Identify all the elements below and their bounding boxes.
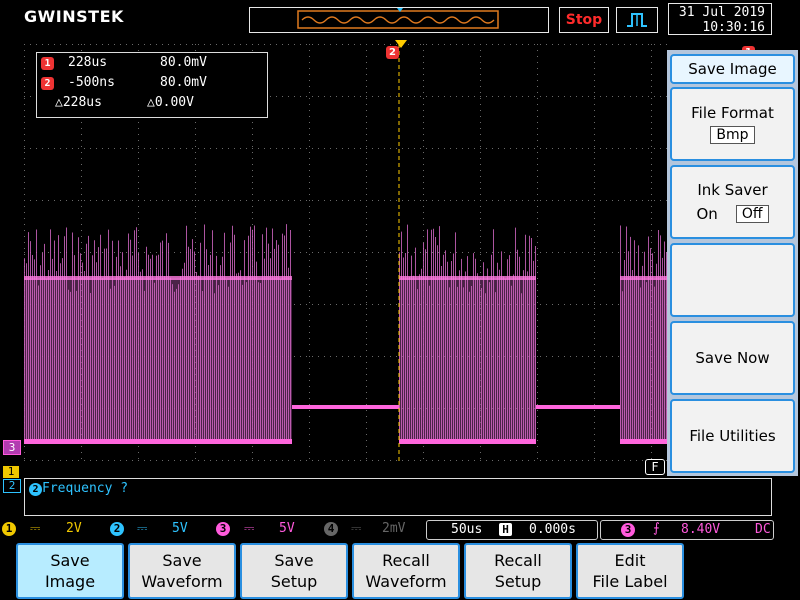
brand-logo: GWINSTEK <box>24 7 124 26</box>
file-utilities-button[interactable]: File Utilities <box>670 399 795 473</box>
save-image-softkey[interactable]: Save Image <box>16 543 124 599</box>
time-text: 10:30:16 <box>702 20 765 35</box>
record-overview-icon <box>297 8 499 29</box>
ch4-coupling-icon: ⎓ <box>351 521 362 536</box>
save-image-menu: Save Image File Format Bmp Ink Saver On … <box>667 50 798 476</box>
cursor-readout: 1 228us 80.0mV 2 -500ns 80.0mV △228us △0… <box>36 52 268 118</box>
delta-time: △228us <box>55 95 102 110</box>
h-position-icon: H <box>499 523 512 536</box>
ink-saver-label: Ink Saver <box>697 181 768 199</box>
ch1-level-marker[interactable]: 1 <box>3 466 19 478</box>
frequency-text: Frequency ? <box>42 481 129 496</box>
record-length-bar <box>249 7 549 33</box>
ch3-scale: 5V <box>279 521 295 536</box>
date-time-display: 31 Jul 2019 10:30:16 <box>668 3 772 35</box>
save-now-button[interactable]: Save Now <box>670 321 795 395</box>
cursor-1-badge: 1 <box>41 57 54 70</box>
menu-title: Save Image <box>670 54 795 84</box>
timebase-value: 50us <box>451 522 483 537</box>
trigger-box[interactable]: 3 ⨍ 8.40V DC <box>600 520 774 540</box>
ch2-scale: 5V <box>172 521 188 536</box>
file-format-button[interactable]: File Format Bmp <box>670 87 795 161</box>
ch2-coupling-icon: ⎓ <box>137 521 148 536</box>
ch3-status-badge[interactable]: 3 <box>216 522 230 536</box>
edit-file-label-softkey[interactable]: Edit File Label <box>576 543 684 599</box>
cursor-1-time: 228us <box>68 55 108 70</box>
file-format-label: File Format <box>691 104 774 122</box>
cursor-2-volt: 80.0mV <box>160 75 207 90</box>
recall-waveform-softkey[interactable]: Recall Waveform <box>352 543 460 599</box>
ch3-trace <box>24 224 668 444</box>
trigger-source-badge: 3 <box>621 523 635 537</box>
ch3-coupling-icon: ⎓ <box>244 521 255 536</box>
frequency-readout: 2 Frequency ? <box>29 481 128 496</box>
timebase-box[interactable]: 50us H 0.000s <box>426 520 598 540</box>
message-area: 2 Frequency ? <box>24 478 772 516</box>
ch4-scale: 2mV <box>382 521 406 536</box>
ch1-coupling-icon: ⎓ <box>30 521 41 536</box>
status-bar: 1 ⎓ 2V 2 ⎓ 5V 3 ⎓ 5V 4 ⎓ 2mV 50us H 0.00… <box>0 520 800 542</box>
date-text: 31 Jul 2019 <box>678 5 765 20</box>
trigger-level: 8.40V <box>681 522 721 537</box>
ink-saver-off: Off <box>735 205 769 223</box>
ch2-level-marker[interactable]: 2 <box>3 479 21 493</box>
ch1-scale: 2V <box>66 521 82 536</box>
file-format-value: Bmp <box>710 126 755 144</box>
ch2-badge: 2 <box>29 483 42 496</box>
h-position-value: 0.000s <box>529 522 576 537</box>
bottom-softkeys: Save Image Save Waveform Save Setup Reca… <box>0 543 800 600</box>
blank-menu-button[interactable] <box>670 243 795 317</box>
trigger-position-marker <box>395 40 407 48</box>
rising-edge-icon: ⨍ <box>653 521 660 536</box>
save-setup-softkey[interactable]: Save Setup <box>240 543 348 599</box>
cursor-2-time: -500ns <box>68 75 115 90</box>
ch4-status-badge[interactable]: 4 <box>324 522 338 536</box>
cursor-1-volt: 80.0mV <box>160 55 207 70</box>
run-stop-indicator[interactable]: Stop <box>559 7 609 33</box>
recall-setup-softkey[interactable]: Recall Setup <box>464 543 572 599</box>
cursor-2-badge: 2 <box>41 77 54 90</box>
ch2-status-badge[interactable]: 2 <box>110 522 124 536</box>
delta-volt: △0.00V <box>147 95 194 110</box>
trigger-status-icon <box>616 7 658 33</box>
ch1-status-badge[interactable]: 1 <box>2 522 16 536</box>
ch3-level-marker[interactable]: 3 <box>3 440 21 455</box>
ink-saver-on: On <box>696 205 718 223</box>
ink-saver-button[interactable]: Ink Saver On Off <box>670 165 795 239</box>
filter-indicator: F <box>645 459 665 475</box>
save-waveform-softkey[interactable]: Save Waveform <box>128 543 236 599</box>
trigger-coupling: DC <box>755 522 771 537</box>
